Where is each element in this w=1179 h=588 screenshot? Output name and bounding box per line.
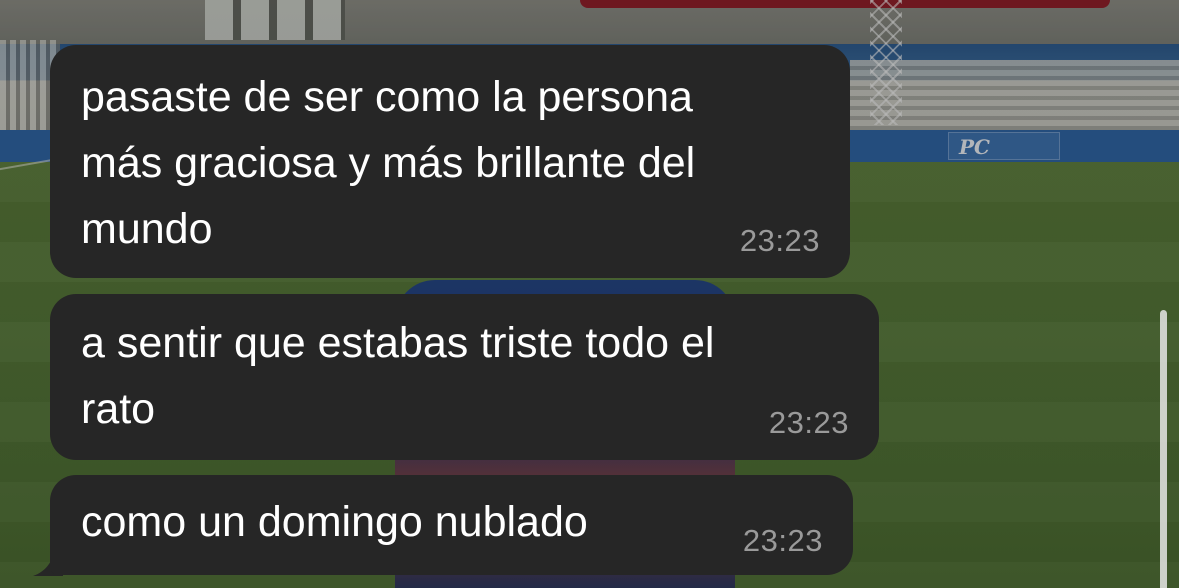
message-bubble[interactable]: como un domingo nublado 23:23 [50, 475, 853, 575]
message-text: pasaste de ser como la persona más graci… [81, 73, 696, 253]
scrollbar[interactable] [1160, 310, 1167, 588]
chat-screen: PC pasaste de ser como la persona más gr… [0, 0, 1179, 588]
message-timestamp: 23:23 [768, 405, 849, 440]
message-bubble[interactable]: a sentir que estabas triste todo el rato… [50, 294, 879, 460]
message-timestamp: 23:23 [739, 223, 820, 258]
message-bubble[interactable]: pasaste de ser como la persona más graci… [50, 45, 850, 278]
message-text: como un domingo nublado [81, 498, 588, 546]
message-timestamp: 23:23 [742, 523, 823, 558]
message-text: a sentir que estabas triste todo el rato [81, 319, 715, 433]
